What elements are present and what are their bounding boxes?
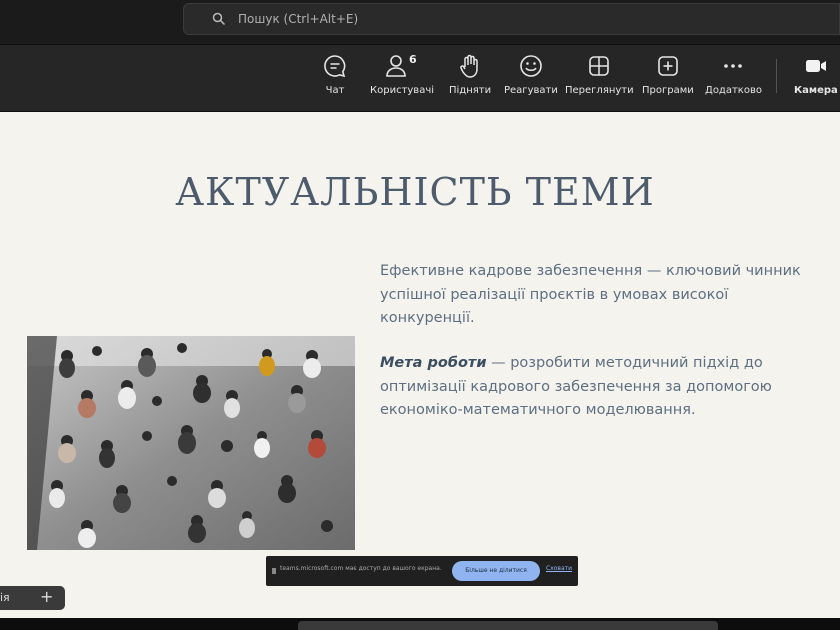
hide-notice-link[interactable]: Сховати: [546, 565, 572, 572]
screen-share-notice: teams.microsoft.com має доступ до вашого…: [266, 556, 578, 586]
side-tab[interactable]: ія +: [0, 586, 65, 610]
slide-goal: Мета роботи — розробити методичний підхі…: [380, 352, 820, 423]
people-icon: [386, 55, 406, 77]
search-icon: [212, 12, 226, 26]
apps-button[interactable]: Програми: [642, 53, 694, 96]
view-grid-icon: [589, 56, 610, 76]
plus-icon[interactable]: +: [40, 587, 53, 606]
shared-slide: АКТУАЛЬНІСТЬ ТЕМИ Ефективне кадрове забе…: [0, 112, 840, 618]
taskbar-pill: [298, 621, 718, 630]
people-label: Користувачі: [370, 85, 435, 96]
title-bar: [0, 0, 840, 44]
stop-sharing-button[interactable]: Більше не ділитися: [452, 561, 540, 581]
side-tab-label: ія: [0, 591, 10, 604]
crowd-photo: [27, 336, 355, 550]
search-input[interactable]: [238, 8, 798, 30]
toolbar-divider: [776, 59, 777, 93]
camera-label: Камера: [794, 85, 838, 96]
search-box[interactable]: [183, 3, 840, 35]
apps-icon: [658, 56, 678, 76]
camera-icon: [805, 60, 826, 72]
more-icon: [724, 64, 743, 68]
view-button[interactable]: Переглянути: [565, 53, 634, 96]
goal-label: Мета роботи: [380, 355, 487, 371]
notice-text: teams.microsoft.com має доступ до вашого…: [280, 565, 442, 572]
camera-button[interactable]: Камера: [794, 53, 838, 96]
more-label: Додатково: [705, 85, 762, 96]
raise-hand-button[interactable]: Підняти: [449, 53, 491, 96]
more-button[interactable]: Додатково: [705, 53, 762, 96]
chat-label: Чат: [325, 85, 345, 96]
taskbar: [0, 618, 840, 630]
slide-title: АКТУАЛЬНІСТЬ ТЕМИ: [175, 170, 655, 214]
chat-icon: [324, 55, 346, 78]
slide-paragraph: Ефективне кадрове забезпечення — ключови…: [380, 263, 801, 326]
apps-label: Програми: [642, 85, 694, 96]
meeting-toolbar: Чат 6 Користувачі Підняти Реагувати Пере…: [0, 44, 840, 111]
react-label: Реагувати: [504, 85, 558, 96]
people-button[interactable]: 6 Користувачі: [370, 53, 434, 96]
view-label: Переглянути: [565, 85, 634, 96]
chat-button[interactable]: Чат: [322, 53, 348, 96]
raise-hand-icon: [460, 54, 478, 78]
participant-count: 6: [409, 53, 417, 66]
react-icon: [520, 55, 542, 77]
raise-hand-label: Підняти: [449, 85, 492, 96]
share-indicator-icon: [272, 568, 276, 574]
react-button[interactable]: Реагувати: [504, 53, 558, 96]
